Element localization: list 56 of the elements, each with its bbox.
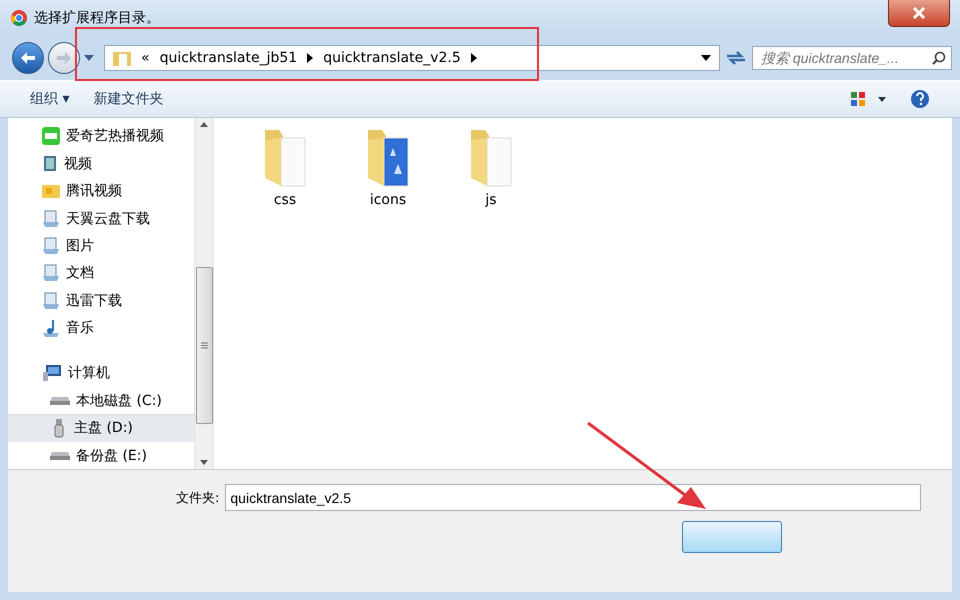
drive-icon [50, 396, 70, 406]
scroll-down-icon[interactable] [200, 460, 208, 465]
browser-logo-icon [10, 9, 28, 27]
close-icon [912, 7, 926, 19]
sidebar-item[interactable]: 天翼云盘下载 [8, 204, 194, 232]
grip-icon [200, 342, 208, 349]
film-icon [42, 154, 58, 173]
sidebar-item[interactable]: 图片 [8, 232, 194, 260]
folder-icon [42, 184, 60, 198]
folder-field[interactable]: quicktranslate_v2.5 [225, 484, 922, 511]
sidebar-item[interactable]: 迅雷下载 [8, 286, 194, 314]
breadcrumb-segment[interactable]: quicktranslate_v2.5 [323, 50, 461, 66]
sidebar-item[interactable]: 备份盘 (E:) [8, 442, 194, 470]
scroll-up-icon[interactable] [200, 122, 208, 127]
library-icon [42, 264, 60, 282]
library-icon [42, 237, 60, 256]
history-dropdown-icon[interactable] [84, 54, 94, 62]
computer-icon [42, 364, 62, 382]
search-icon [932, 51, 946, 65]
help-icon[interactable] [910, 89, 930, 109]
view-options-icon[interactable] [850, 91, 886, 107]
sidebar-item[interactable]: 主盘 (D:) [8, 414, 194, 442]
new-folder-button[interactable]: 新建文件夹 [93, 90, 164, 108]
music-note-icon [42, 319, 60, 338]
folder-name[interactable]: js [485, 192, 497, 208]
window-title: 选择扩展程序目录。 [34, 9, 161, 27]
sidebar-item[interactable]: 音乐 [8, 314, 194, 342]
dropdown-icon[interactable] [701, 55, 711, 61]
sidebar-item[interactable]: 文档 [8, 259, 194, 287]
folder-label: 文件夹: [176, 490, 220, 506]
scrollbar[interactable] [194, 118, 213, 469]
chevron-icon[interactable] [470, 53, 477, 63]
drive-icon [50, 451, 70, 460]
sidebar-item[interactable]: 计算机 [8, 359, 194, 387]
sidebar-item[interactable]: 爱奇艺热播视频 [8, 122, 194, 150]
breadcrumb-segment[interactable]: quicktranslate_jb51 [160, 50, 298, 66]
sidebar-item[interactable]: 本地磁盘 (C:) [8, 386, 194, 414]
library-icon [42, 210, 60, 228]
back-arrow-icon [20, 51, 36, 65]
forward-button[interactable] [48, 42, 80, 74]
video-app-icon [42, 127, 60, 146]
breadcrumb-overflow[interactable]: « [141, 50, 150, 66]
back-button[interactable] [12, 42, 44, 74]
chevron-icon[interactable] [307, 53, 314, 63]
organize-menu[interactable]: 组织 ▾ [30, 90, 70, 108]
forward-arrow-icon [56, 51, 72, 65]
select-folder-button[interactable] [682, 521, 782, 553]
library-icon [42, 292, 60, 310]
folder-icon [113, 50, 131, 66]
folder-name[interactable]: icons [370, 192, 406, 208]
close-button[interactable] [888, 0, 950, 27]
sidebar-item[interactable]: 腾讯视频 [8, 176, 194, 204]
address-bar[interactable]: « quicktranslate_jb51 quicktranslate_v2.5 [104, 45, 720, 71]
folder-name[interactable]: css [274, 192, 296, 208]
sidebar-item[interactable]: 视频 [8, 149, 194, 177]
search-field[interactable]: 搜索 quicktranslate_... [752, 46, 952, 70]
